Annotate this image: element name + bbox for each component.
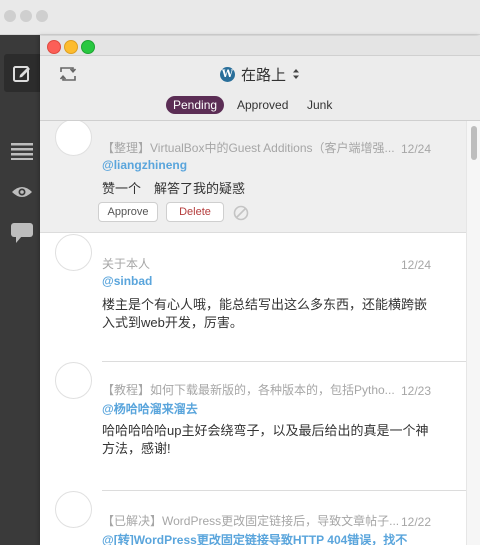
post-title: 【已解决】WordPress更改固定链接后，导致文章帖子... (102, 514, 400, 528)
list-item[interactable]: 【教程】如何下载最新版的，各种版本的，包括Pytho... 12/23 @杨哈哈… (40, 362, 467, 490)
comment-date: 12/24 (400, 142, 431, 156)
window-titlebar (40, 36, 480, 56)
wordpress-logo-icon: W (220, 66, 235, 82)
comment-body: 哈哈哈哈哈up主好会绕弯子，以及最后给出的真是一个神方法，感谢! (102, 423, 429, 456)
comment-author[interactable]: @杨哈哈溜来溜去 (102, 400, 198, 417)
toolbar: W 在路上 (40, 56, 480, 92)
list-item[interactable]: 【整理】VirtualBox中的Guest Additions（客户端增强...… (40, 121, 467, 232)
comments-list-button[interactable] (10, 139, 34, 163)
site-selector[interactable]: W 在路上 (220, 63, 300, 85)
preview-button[interactable] (10, 180, 34, 204)
avatar (55, 491, 92, 528)
post-title: 关于本人 (102, 257, 151, 271)
avatar (55, 362, 92, 399)
tab-approved[interactable]: Approved (230, 96, 295, 114)
comment-date: 12/24 (400, 258, 431, 272)
post-title: 【教程】如何下载最新版的，各种版本的，包括Pytho... (102, 383, 395, 397)
comment-author[interactable]: @liangzhineng (102, 158, 187, 172)
refresh-button[interactable] (56, 62, 80, 86)
compose-icon (13, 66, 30, 82)
comments-button[interactable] (10, 221, 34, 245)
comment-body: 楼主是个有心人哦，能总结写出这么多东西，还能横跨嵌入式到web开发，厉害。 (102, 297, 428, 330)
comment-author[interactable]: @[转]WordPress更改固定链接导致HTTP 404错误，找不 (102, 531, 407, 545)
scrollbar-thumb[interactable] (471, 126, 477, 160)
status-tabs: Pending Approved Junk (40, 92, 480, 121)
comment-date: 12/23 (400, 384, 431, 398)
scrollbar[interactable] (466, 121, 480, 545)
app-sidebar (0, 35, 40, 545)
refresh-icon (59, 67, 77, 81)
avatar (55, 121, 92, 156)
comment-list[interactable]: 【整理】VirtualBox中的Guest Additions（客户端增强...… (40, 121, 467, 545)
speech-bubble-icon (11, 223, 33, 243)
list-item[interactable]: 【已解决】WordPress更改固定链接后，导致文章帖子... 12/22 @[… (40, 491, 467, 545)
background-window-titlebar (0, 0, 480, 35)
tab-pending[interactable]: Pending (166, 96, 225, 114)
inactive-zoom-button[interactable] (36, 10, 48, 22)
inactive-close-button[interactable] (4, 10, 16, 22)
comments-window: W 在路上 Pending Approved Junk 【整理】VirtualB… (40, 36, 480, 545)
chevron-updown-icon (293, 69, 300, 79)
minimize-button[interactable] (64, 40, 78, 54)
list-item[interactable]: 关于本人 12/24 @sinbad 楼主是个有心人哦，能总结写出这么多东西，还… (40, 233, 467, 361)
avatar (55, 234, 92, 271)
tab-junk[interactable]: Junk (300, 96, 339, 114)
comment-author[interactable]: @sinbad (102, 274, 152, 288)
menu-icon (11, 143, 33, 160)
eye-icon (12, 187, 32, 197)
comment-body: 赞一个 解答了我的疑惑 (102, 181, 246, 196)
site-name: 在路上 (241, 66, 287, 84)
close-button[interactable] (47, 40, 61, 54)
spam-icon[interactable] (233, 205, 249, 221)
zoom-button[interactable] (81, 40, 95, 54)
inactive-minimize-button[interactable] (20, 10, 32, 22)
comment-date: 12/22 (400, 515, 431, 529)
delete-button[interactable]: Delete (166, 202, 224, 222)
post-title: 【整理】VirtualBox中的Guest Additions（客户端增强... (102, 141, 395, 155)
approve-button[interactable]: Approve (98, 202, 158, 222)
compose-button[interactable] (4, 54, 40, 92)
